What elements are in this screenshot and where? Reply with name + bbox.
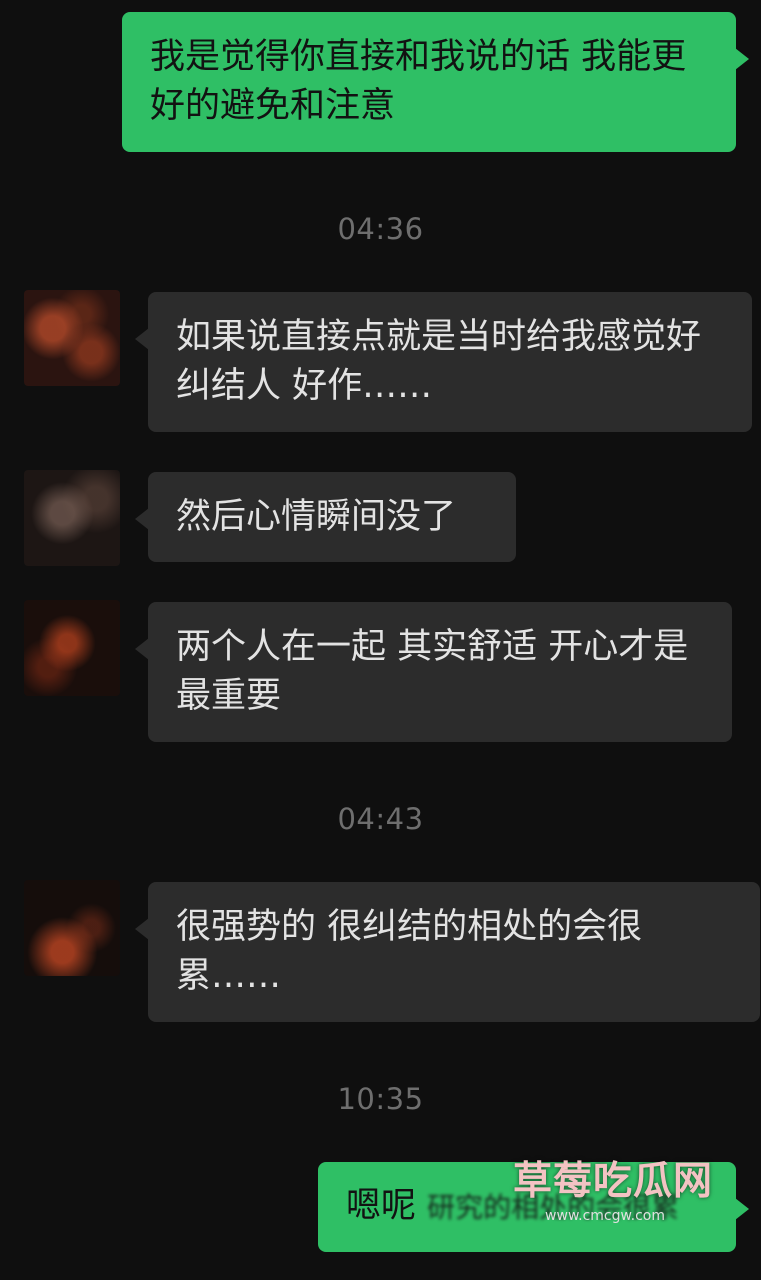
contact-avatar[interactable] xyxy=(24,880,120,976)
incoming-message-bubble[interactable]: 很强势的 很纠结的相处的会很累…… xyxy=(135,882,760,1022)
watermark-url: www.cmcgw.com xyxy=(545,1208,665,1224)
timestamp: 04:43 xyxy=(337,802,424,836)
timestamp: 04:36 xyxy=(337,212,424,246)
message-text: 如果说直接点就是当时给我感觉好纠结人 好作…… xyxy=(176,317,702,406)
contact-avatar[interactable] xyxy=(24,600,120,696)
contact-avatar[interactable] xyxy=(24,290,120,386)
incoming-message-bubble[interactable]: 然后心情瞬间没了 xyxy=(135,472,516,562)
timestamp: 10:35 xyxy=(337,1082,424,1116)
incoming-message-bubble[interactable]: 如果说直接点就是当时给我感觉好纠结人 好作…… xyxy=(135,292,752,432)
message-text: 然后心情瞬间没了 xyxy=(176,496,457,537)
incoming-message-bubble[interactable]: 两个人在一起 其实舒适 开心才是最重要 xyxy=(135,602,732,742)
message-text: 很强势的 很纠结的相处的会很累…… xyxy=(176,907,643,996)
outgoing-message-bubble[interactable]: 我是觉得你直接和我说的话 我能更好的避免和注意 xyxy=(122,12,749,152)
watermark-logo: 草莓吃瓜网 xyxy=(512,1159,713,1204)
message-text: 两个人在一起 其实舒适 开心才是最重要 xyxy=(176,627,689,716)
contact-avatar[interactable] xyxy=(24,470,120,566)
message-text: 我是觉得你直接和我说的话 我能更好的避免和注意 xyxy=(150,37,687,126)
message-text-visible: 嗯呢 xyxy=(346,1186,417,1226)
chat-history[interactable]: 我是觉得你直接和我说的话 我能更好的避免和注意 04:36 如果说直接点就是当时… xyxy=(0,0,761,1280)
